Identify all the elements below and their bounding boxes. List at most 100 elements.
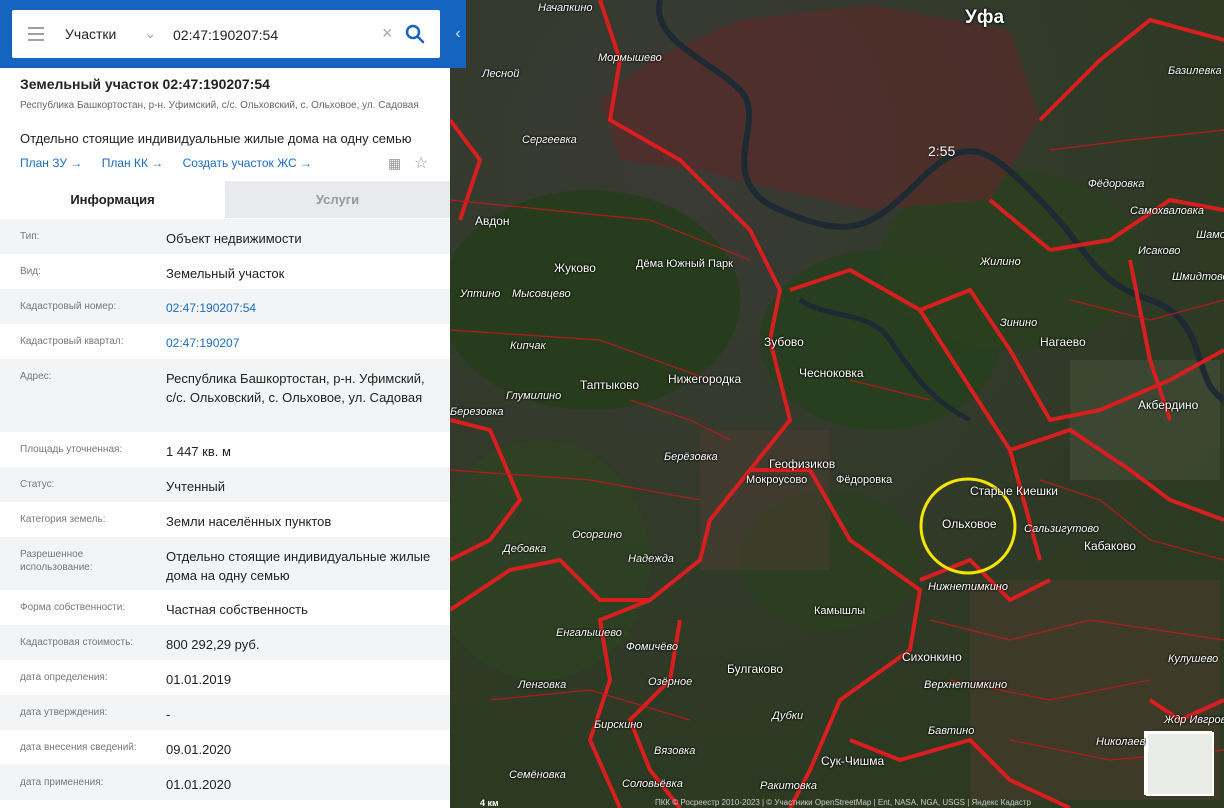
info-value: Земли населённых пунктов	[166, 514, 332, 529]
map-place: Акбердино	[1138, 398, 1199, 412]
info-row: Кадастровая стоимость: 800 292,29 руб.	[0, 625, 450, 660]
cadastral-quarter-link[interactable]: 02:47:190207	[166, 334, 436, 353]
info-row: Вид: Земельный участок	[0, 254, 450, 289]
map-place: Мысовцево	[512, 288, 571, 300]
map-place: Камышлы	[814, 605, 866, 617]
map-place: Бавтино	[928, 725, 975, 737]
parcel-links: План ЗУ → План КК → Создать участок ЖС →	[20, 156, 328, 170]
info-tabs: Информация Услуги	[0, 181, 450, 218]
map-place: Берёзовка	[664, 451, 718, 463]
menu-icon[interactable]	[28, 27, 44, 41]
info-value: Частная собственность	[166, 602, 308, 617]
link-plan-kk[interactable]: План КК →	[102, 156, 164, 170]
map-place: Верхнетимкино	[924, 679, 1008, 691]
map-place: Сихонкино	[902, 650, 962, 664]
map-place: Сальзигутово	[1024, 523, 1099, 535]
info-key: Кадастровая стоимость:	[20, 637, 134, 648]
info-row: Кадастровый номер: 02:47:190207:54	[0, 289, 450, 324]
map-place: Соловьёвка	[622, 778, 683, 790]
tab-services[interactable]: Услуги	[225, 181, 450, 218]
map-place: Осоргино	[572, 529, 623, 541]
info-key: Разрешенное использование:	[20, 549, 93, 573]
map-place-selected: Ольховое	[942, 517, 997, 531]
map-place: Енгалышево	[556, 627, 622, 639]
info-table: Тип: Объект недвижимости Вид: Земельный уч…	[0, 219, 450, 800]
info-row: Разрешенное использование: Отдельно стоящ…	[0, 537, 450, 590]
map-place: Кабаково	[1084, 539, 1136, 553]
map-label-city: Уфа	[965, 7, 1005, 28]
map-place: Авдон	[475, 214, 510, 228]
clear-icon[interactable]: ×	[382, 23, 393, 44]
collapse-panel-icon[interactable]: ‹	[450, 20, 466, 48]
map-place: Самохваловка	[1130, 205, 1204, 217]
cadastral-number-link[interactable]: 02:47:190207:54	[166, 299, 436, 318]
map-place: Таптыково	[580, 378, 640, 392]
info-row: дата утверждения: -	[0, 695, 450, 730]
info-row: Кадастровый квартал: 02:47:190207	[0, 324, 450, 359]
info-row: Площадь уточненная: 1 447 кв. м	[0, 432, 450, 467]
info-row: Тип: Объект недвижимости	[0, 219, 450, 254]
map-place: Геофизиков	[769, 457, 836, 471]
map-place: Фомичёво	[626, 641, 678, 653]
map-place: Нижнетимкино	[928, 581, 1008, 593]
map-place: Старые Киешки	[970, 484, 1058, 498]
info-row: Форма собственности: Частная собственност…	[0, 590, 450, 625]
info-row: дата внесения сведений: 09.01.2020	[0, 730, 450, 765]
star-icon[interactable]: ☆	[414, 153, 428, 173]
info-value: Отдельно стоящие индивидуальные жилые до…	[166, 549, 431, 583]
map-place: Ракитовка	[760, 780, 817, 792]
info-key: дата утверждения:	[20, 707, 108, 718]
map-place: Нижегородка	[668, 372, 742, 386]
map-place: Вязовка	[654, 745, 696, 757]
map-place: Сук-Чишма	[821, 754, 885, 768]
document-search-icon[interactable]: ▦	[388, 155, 401, 172]
map-place: Базилевка	[1168, 65, 1222, 77]
map-place: Лесной	[482, 68, 520, 80]
info-row: Статус: Учтенный	[0, 467, 450, 502]
info-row: Адрес: Республика Башкортостан, р-н. Уфим…	[0, 359, 450, 432]
info-key: Форма собственности:	[20, 602, 126, 613]
map-place: Нагаево	[1040, 335, 1086, 349]
parcel-address: Республика Башкортостан, р-н. Уфимский, …	[20, 100, 419, 111]
map-place: Ждр Ивгрово	[1164, 714, 1224, 726]
map-place: Шамо	[1196, 229, 1224, 241]
map-place: Начапкино	[538, 2, 593, 14]
info-key: Тип:	[20, 231, 40, 242]
info-key: Кадастровый квартал:	[20, 336, 124, 347]
info-key: Категория земель:	[20, 514, 106, 525]
parcel-title: Земельный участок 02:47:190207:54	[20, 76, 270, 92]
map-place: Фёдоровка	[1088, 178, 1145, 190]
map-place: Надежда	[628, 553, 674, 565]
map-place: Зинино	[1000, 317, 1038, 329]
map-place: Шмидтово	[1172, 271, 1224, 283]
map-place: Дебовка	[503, 543, 547, 555]
search-box: Участки ⌄ ×	[12, 10, 440, 58]
layer-switcher-thumbnail[interactable]	[1146, 732, 1214, 796]
map-canvas[interactable]: Уфа 2:55 Начапкино Мормышево Лесной Серг…	[450, 0, 1224, 808]
map-scale: 4 км	[480, 798, 499, 808]
map-label-road: 2:55	[928, 143, 956, 159]
chevron-down-icon[interactable]: ⌄	[145, 26, 156, 42]
map-place: Чесноковка	[799, 366, 864, 380]
map-place: Мормышево	[598, 52, 662, 64]
info-value: 01.01.2020	[166, 777, 232, 792]
map-place: Жуково	[554, 261, 596, 275]
link-plan-zu[interactable]: План ЗУ →	[20, 156, 82, 170]
info-value: Объект недвижимости	[166, 231, 302, 246]
map-attribution: ПКК © Росреестр 2010-2023 | © Участники …	[655, 798, 1031, 807]
info-key: дата внесения сведений:	[20, 742, 137, 753]
map-place: Мокроусово	[746, 474, 808, 486]
search-bar: Участки ⌄ × ‹	[0, 0, 466, 68]
map-place: Фёдоровка	[836, 474, 893, 486]
info-value: 01.01.2019	[166, 672, 232, 687]
category-select[interactable]: Участки	[65, 26, 116, 42]
map-place: Озёрное	[648, 676, 693, 688]
search-icon[interactable]	[404, 23, 426, 45]
link-create-parcel[interactable]: Создать участок ЖС →	[183, 156, 312, 170]
info-key: Площадь уточненная:	[20, 444, 123, 455]
map-place: Сергеевка	[522, 134, 577, 146]
tab-information[interactable]: Информация	[0, 181, 225, 218]
map-place: Семёновка	[509, 769, 566, 781]
map-place: Кулушево	[1168, 653, 1219, 665]
search-input[interactable]	[173, 27, 373, 43]
